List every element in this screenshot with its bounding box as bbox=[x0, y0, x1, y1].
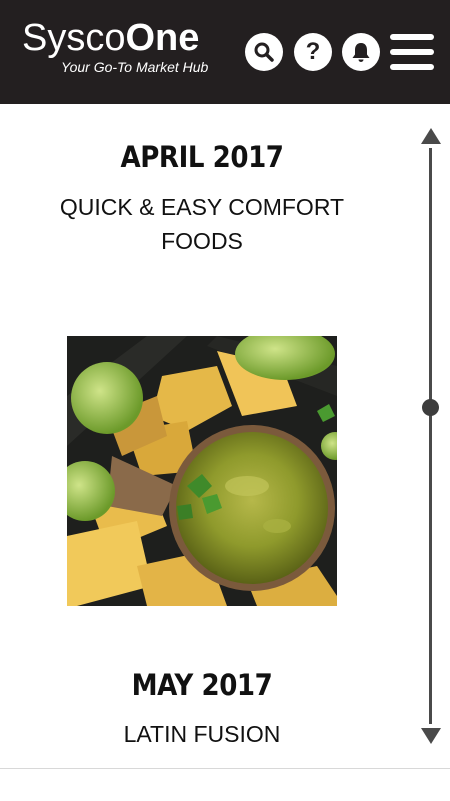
issue-month-april[interactable]: APRIL 2017 bbox=[20, 140, 384, 174]
menu-button[interactable] bbox=[390, 34, 434, 70]
scroll-track[interactable] bbox=[429, 148, 432, 724]
syscoone-logo[interactable]: SyscoOne Your Go-To Market Hub bbox=[22, 18, 208, 75]
scroll-up-arrow-icon[interactable] bbox=[421, 128, 441, 144]
issues-list[interactable]: APRIL 2017 QUICK & EASY COMFORT FOODS MA… bbox=[0, 104, 450, 768]
menu-icon-bar bbox=[390, 34, 434, 40]
logo-one: One bbox=[125, 17, 200, 59]
logo-sysco: Sysco bbox=[22, 17, 126, 59]
logo-wordmark: SyscoOne bbox=[22, 18, 199, 58]
bottom-strip bbox=[0, 768, 450, 801]
logo-tagline: Your Go-To Market Hub bbox=[61, 59, 209, 75]
search-button[interactable] bbox=[245, 33, 283, 71]
help-icon: ? bbox=[305, 38, 321, 65]
scroll-thumb[interactable] bbox=[422, 398, 439, 416]
notifications-button[interactable] bbox=[342, 33, 380, 71]
issue-month-may[interactable]: MAY 2017 bbox=[20, 668, 384, 702]
app-header: SyscoOne Your Go-To Market Hub ? bbox=[0, 0, 450, 104]
menu-icon-bar bbox=[390, 64, 434, 70]
issue-cover-image[interactable] bbox=[67, 336, 337, 606]
timeline-scrollbar[interactable] bbox=[419, 124, 443, 748]
issue-title-april[interactable]: QUICK & EASY COMFORT FOODS bbox=[40, 190, 364, 258]
bell-icon bbox=[352, 43, 370, 62]
menu-icon-bar bbox=[390, 49, 434, 55]
help-button[interactable]: ? bbox=[294, 33, 332, 71]
scroll-down-arrow-icon[interactable] bbox=[421, 728, 441, 744]
issue-title-may[interactable]: LATIN FUSION bbox=[40, 717, 364, 751]
search-icon bbox=[254, 42, 274, 62]
